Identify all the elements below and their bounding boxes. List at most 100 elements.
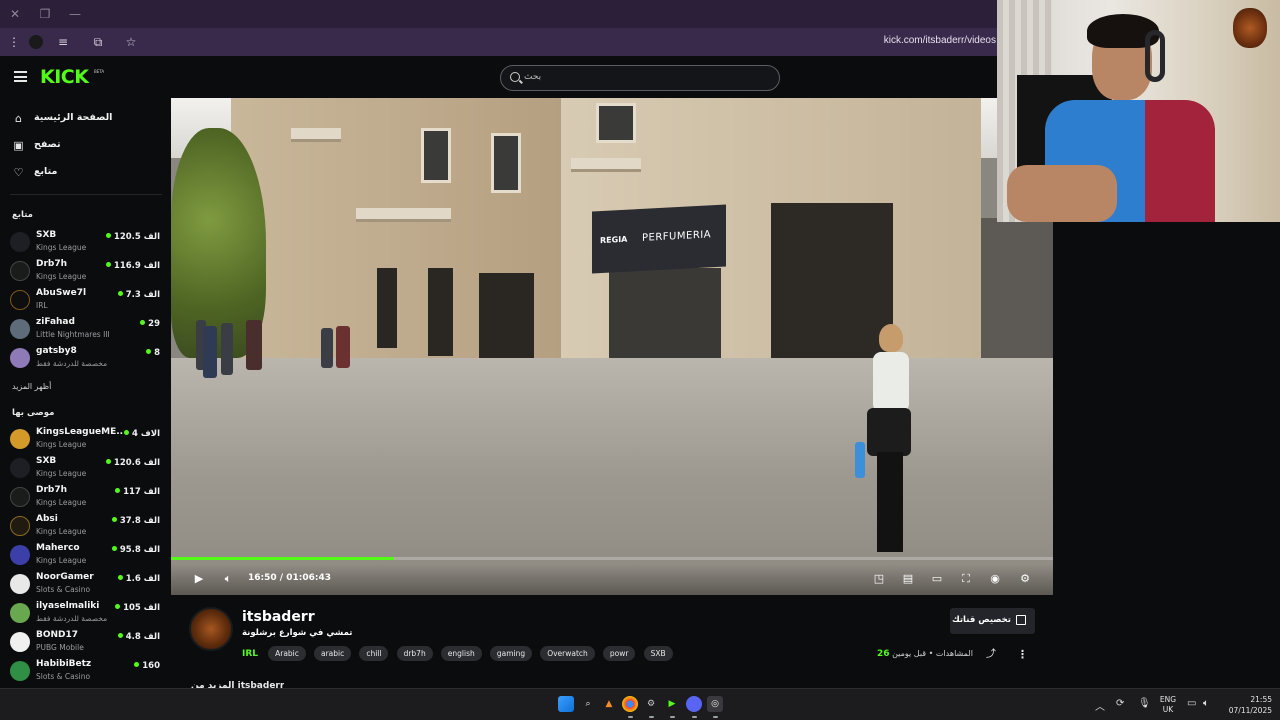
- following-channel-drb7h[interactable]: Drb7h Kings League 116.9 الف: [10, 258, 162, 284]
- seek-bar[interactable]: [171, 557, 1053, 560]
- recommended-channel-sxb[interactable]: SXB Kings League 120.6 الف: [10, 455, 162, 481]
- viewer-count: 1.6 الف: [117, 574, 160, 584]
- share-icon[interactable]: ⤴: [985, 649, 997, 661]
- menu-dots-icon[interactable]: ⋮: [5, 33, 23, 51]
- recommended-channel-drb7h[interactable]: Drb7h Kings League 117 الف: [10, 484, 162, 510]
- video-pedestrian: [221, 323, 233, 375]
- channel-name[interactable]: itsbaderr: [242, 609, 315, 625]
- bookmark-star-icon[interactable]: ☆: [122, 33, 140, 51]
- category-link[interactable]: IRL: [242, 649, 258, 659]
- avatar: [10, 458, 30, 478]
- video-door: [428, 268, 453, 356]
- nav-following[interactable]: ♡ متابع: [12, 164, 162, 182]
- address-bar[interactable]: kick.com/itsbaderr/videos: [884, 35, 996, 46]
- channel-avatar[interactable]: [189, 607, 233, 651]
- theater-mode-icon[interactable]: ▭: [929, 571, 945, 587]
- search-icon[interactable]: ⌕: [580, 696, 596, 712]
- windows-start-icon[interactable]: [558, 696, 574, 712]
- recommended-channel-habibibetz[interactable]: HabibiBetz Slots & Casino 160: [10, 658, 162, 684]
- tag[interactable]: arabic: [313, 646, 352, 661]
- live-dot-icon: [105, 459, 111, 464]
- following-channel-gatsby8[interactable]: gatsby8 مخصصة للدردشة فقط 8: [10, 345, 162, 371]
- profile-avatar[interactable]: [29, 35, 43, 49]
- minimize-window-icon[interactable]: —: [67, 6, 83, 22]
- customize-channel-button[interactable]: تخصيص قناتك: [950, 608, 1035, 634]
- channel-name: Drb7h: [36, 259, 68, 269]
- avatar: [10, 603, 30, 623]
- tag[interactable]: Overwatch: [540, 646, 595, 661]
- tray-chevron-icon[interactable]: ︿: [1095, 698, 1105, 713]
- tag[interactable]: english: [440, 646, 482, 661]
- speaker-icon[interactable]: 🔈︎: [1203, 698, 1209, 709]
- microphone-icon[interactable]: 🎙︎: [1138, 698, 1151, 709]
- search-input[interactable]: بحث: [500, 65, 780, 91]
- recommended-channel-absi[interactable]: Absi Kings League 37.8 الف: [10, 513, 162, 539]
- language-indicator[interactable]: ENG UK: [1159, 695, 1177, 715]
- live-dot-icon: [146, 349, 152, 354]
- close-window-icon[interactable]: ✕: [7, 6, 23, 22]
- tag[interactable]: drb7h: [396, 646, 433, 661]
- extensions-icon[interactable]: ⧉: [89, 33, 107, 51]
- following-channel-zifahad[interactable]: ziFahad Little Nightmares III 29: [10, 316, 162, 342]
- channel-name: ilyaselmaliki: [36, 601, 100, 611]
- channel-category: مخصصة للدردشة فقط: [36, 614, 108, 623]
- avatar: [10, 487, 30, 507]
- tag[interactable]: powr: [602, 646, 636, 661]
- live-dot-icon: [140, 320, 146, 325]
- video-balcony: [571, 158, 641, 172]
- recommended-section-title: موصى بها: [12, 408, 55, 418]
- kick-app-icon[interactable]: ▶: [664, 696, 680, 712]
- vlc-icon[interactable]: ▲: [601, 696, 617, 712]
- nav-home[interactable]: ⌂ الصفحة الرئيسية: [12, 110, 162, 128]
- video-pedestrian: [203, 326, 217, 378]
- chrome-icon[interactable]: [622, 696, 638, 712]
- video-title: تمشي في شوارع برشلونة: [242, 628, 353, 638]
- playback-speed-icon[interactable]: ◉: [987, 571, 1003, 587]
- nav-browse-label: تصفح: [34, 139, 61, 150]
- tag[interactable]: SXB: [643, 646, 673, 661]
- channel-category: Kings League: [36, 440, 87, 449]
- discord-icon[interactable]: [686, 696, 702, 712]
- obs-icon[interactable]: ◎: [707, 696, 723, 712]
- avatar: [10, 319, 30, 339]
- clock-time: 21:55: [1250, 695, 1272, 704]
- more-options-icon[interactable]: ⋮: [1017, 649, 1028, 661]
- hamburger-menu-icon[interactable]: [14, 71, 27, 82]
- meta-separator: •: [928, 649, 934, 658]
- nav-browse[interactable]: ▣ تصفح: [12, 137, 162, 155]
- media-control-icon[interactable]: ≡: [54, 33, 72, 51]
- video-player[interactable]: REGIA PERFUMERIA ▶ 🔈︎ 16:50 / 01:06:43 ◳…: [171, 98, 1053, 595]
- settings-gear-icon[interactable]: ⚙: [1017, 571, 1033, 587]
- tag[interactable]: Arabic: [268, 646, 306, 661]
- tag[interactable]: chill: [359, 646, 389, 661]
- play-icon[interactable]: ▶: [191, 571, 207, 587]
- recommended-channel-kingsleagueme[interactable]: KingsLeagueME... Kings League 4 الاف: [10, 426, 162, 452]
- recommended-channel-maherco[interactable]: Maherco Kings League 95.8 الف: [10, 542, 162, 568]
- sync-icon[interactable]: ⟳: [1116, 698, 1124, 709]
- sign-brand: REGIA: [600, 234, 628, 246]
- miniplayer-icon[interactable]: ◳: [871, 571, 887, 587]
- recommended-channel-bond17[interactable]: BOND17 PUBG Mobile 4.8 الف: [10, 629, 162, 655]
- channel-name: Maherco: [36, 543, 80, 553]
- following-channel-abuswe7l[interactable]: AbuSwe7l IRL 7.3 الف: [10, 287, 162, 313]
- viewer-count-text: 37.8 الف: [119, 516, 160, 526]
- settings-gear-icon[interactable]: ⚙: [643, 696, 659, 712]
- kick-logo[interactable]: KICK: [40, 66, 89, 88]
- webcam-shirt-red: [1145, 100, 1215, 222]
- recommended-channel-noorgamer[interactable]: NoorGamer Slots & Casino 1.6 الف: [10, 571, 162, 597]
- channel-name: HabibiBetz: [36, 659, 92, 669]
- following-channel-sxb[interactable]: SXB Kings League 120.5 الف: [10, 229, 162, 255]
- recommended-channel-ilyaselmaliki[interactable]: ilyaselmaliki مخصصة للدردشة فقط 105 الف: [10, 600, 162, 626]
- tag[interactable]: gaming: [489, 646, 533, 661]
- show-more-link[interactable]: أظهر المزيد: [12, 382, 51, 391]
- restore-window-icon[interactable]: ❐: [37, 6, 53, 22]
- tag-list: IRL Arabic arabic chill drb7h english ga…: [242, 643, 676, 661]
- channel-category: Kings League: [36, 272, 87, 281]
- system-clock[interactable]: 21:55 07/11/2025: [1222, 694, 1272, 716]
- player-controls: ▶ 🔈︎ 16:50 / 01:06:43 ◳ ▤ ▭ ⛶ ◉ ⚙: [171, 564, 1053, 595]
- avatar: [10, 232, 30, 252]
- volume-icon[interactable]: 🔈︎: [220, 571, 236, 587]
- clip-icon[interactable]: ▤: [900, 571, 916, 587]
- network-icon[interactable]: ▭: [1187, 698, 1196, 709]
- fullscreen-icon[interactable]: ⛶: [958, 571, 974, 587]
